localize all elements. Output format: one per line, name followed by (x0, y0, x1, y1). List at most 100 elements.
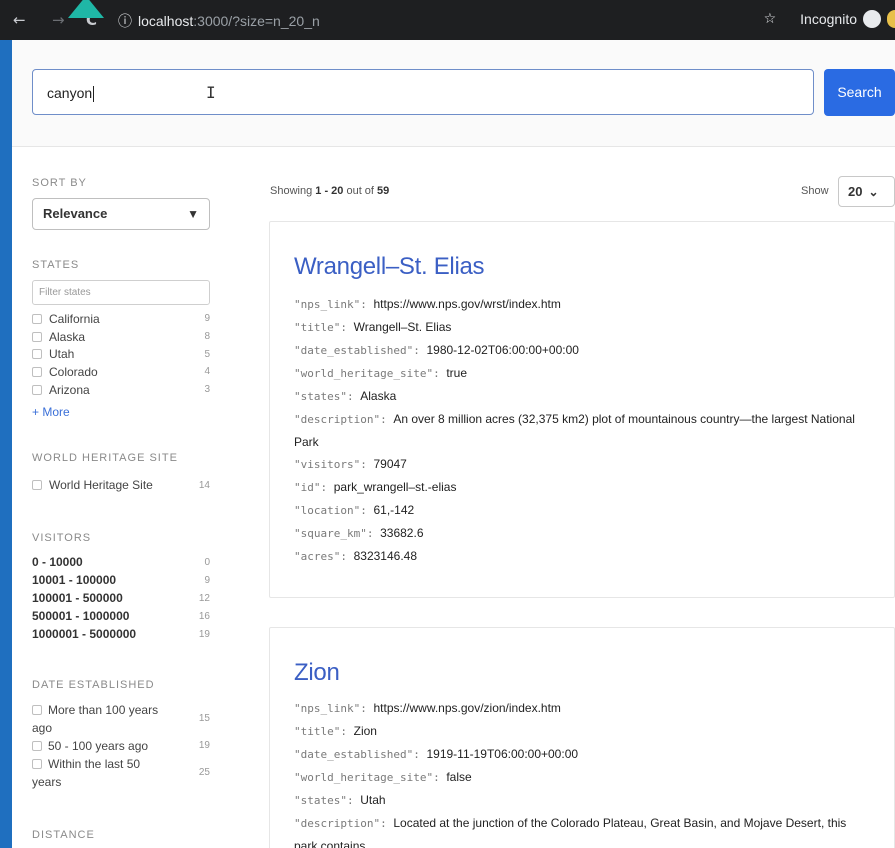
range-option[interactable]: 0 - 10000 0 (32, 553, 212, 571)
facet-label: Colorado (49, 364, 98, 379)
result-title-link[interactable]: Wrangell–St. Elias (294, 253, 870, 281)
show-label: Show (801, 185, 829, 197)
paging-total: 59 (377, 185, 390, 197)
facet-option[interactable]: Utah 5 (32, 345, 212, 363)
facet-option[interactable]: More than 100 years ago 15 (32, 701, 212, 737)
forward-icon[interactable]: → (52, 11, 65, 29)
range-label: 1000001 - 5000000 (32, 627, 137, 642)
range-option[interactable]: 100001 - 500000 12 (32, 589, 212, 607)
facet-count: 19 (198, 740, 210, 752)
field-key: "visitors" (294, 458, 361, 471)
range-count: 9 (204, 574, 210, 586)
page-size-select[interactable]: 20 ⌄ (838, 176, 895, 207)
range-count: 19 (198, 628, 210, 640)
facet-option[interactable]: California 9 (32, 310, 212, 328)
facet-option[interactable]: Within the last 50 years 25 (32, 755, 212, 791)
facet-option[interactable]: Alaska 8 (32, 328, 212, 346)
search-input[interactable]: canyon (32, 69, 814, 115)
star-icon[interactable]: ☆ (764, 11, 777, 27)
result-field: "world_heritage_site": true (294, 366, 468, 380)
result-field: "states": Utah (294, 793, 386, 807)
more-states-link[interactable]: + More (32, 405, 212, 419)
field-key: "description" (294, 817, 381, 830)
states-list: California 9 Alaska 8 Utah 5 Colorado 4 Ariz… (32, 310, 212, 398)
info-icon[interactable]: ⓘ (118, 13, 132, 29)
result-field: "nps_link": https://www.nps.gov/wrst/ind… (294, 297, 561, 311)
profile-icon[interactable] (887, 10, 895, 28)
paging-info: Showing 1 - 20 out of 59 (270, 185, 389, 197)
states-title: STATES (32, 259, 80, 271)
back-icon[interactable]: ← (13, 11, 26, 29)
chevron-down-icon: ⌄ (868, 185, 879, 199)
field-value: 79047 (373, 457, 407, 471)
checkbox[interactable] (32, 480, 42, 491)
chevron-down-icon: ▼ (187, 207, 199, 221)
facet-count: 3 (204, 384, 210, 396)
checkbox[interactable] (32, 331, 42, 342)
field-value: 1980-12-02T06:00:00+00:00 (426, 343, 579, 357)
range-option[interactable]: 1000001 - 5000000 19 (32, 625, 212, 643)
range-label: 0 - 10000 (32, 555, 83, 570)
search-input-value: canyon (47, 85, 93, 101)
result-field: "id": park_wrangell–st.-elias (294, 480, 457, 494)
result-field: "world_heritage_site": false (294, 770, 472, 784)
visitors-list: 0 - 10000 0 10001 - 100000 9 100001 - 5000… (32, 553, 212, 643)
checkbox[interactable] (32, 741, 42, 752)
field-value: 33682.6 (380, 526, 424, 540)
facet-option[interactable]: Colorado 4 (32, 363, 212, 381)
filter-states-input[interactable]: Filter states (32, 280, 210, 305)
result-field: "description": An over 8 million acres (… (294, 412, 855, 449)
world-heritage-title: WORLD HERITAGE SITE (32, 452, 178, 465)
field-value: 1919-11-19T06:00:00+00:00 (426, 747, 579, 761)
field-key: "title" (294, 725, 341, 738)
checkbox[interactable] (32, 705, 42, 716)
field-value: https://www.nps.gov/wrst/index.htm (373, 297, 561, 311)
incognito-icon[interactable] (863, 10, 881, 28)
field-value: Alaska (360, 389, 397, 403)
field-value: https://www.nps.gov/zion/index.htm (373, 701, 561, 715)
facet-count: 9 (204, 313, 210, 325)
facet-label: California (49, 311, 100, 326)
field-value: true (446, 366, 468, 380)
facet-option[interactable]: 50 - 100 years ago 19 (32, 737, 212, 755)
facet-option[interactable]: Arizona 3 (32, 381, 212, 399)
pointer-cursor-icon (68, 0, 104, 18)
search-header: canyon I Search (12, 40, 895, 147)
checkbox[interactable] (32, 313, 42, 324)
range-label: 500001 - 1000000 (32, 609, 130, 624)
facet-option[interactable]: World Heritage Site 14 (32, 476, 212, 494)
field-key: "world_heritage_site" (294, 771, 434, 784)
result-field: "date_established": 1980-12-02T06:00:00+… (294, 343, 579, 357)
range-label: 10001 - 100000 (32, 573, 117, 588)
date-list: More than 100 years ago 15 50 - 100 years… (32, 701, 212, 791)
sort-select[interactable]: Relevance ▼ (32, 198, 210, 230)
result-field: "acres": 8323146.48 (294, 549, 418, 563)
field-key: "id" (294, 481, 321, 494)
range-option[interactable]: 10001 - 100000 9 (32, 571, 212, 589)
field-key: "location" (294, 504, 361, 517)
range-option[interactable]: 500001 - 1000000 16 (32, 607, 212, 625)
paging-prefix: Showing (270, 185, 316, 197)
field-value: 61,-142 (373, 503, 415, 517)
checkbox[interactable] (32, 366, 42, 377)
checkbox[interactable] (32, 349, 42, 360)
facet-label: 50 - 100 years ago (48, 739, 149, 754)
result-card: Zion "nps_link": https://www.nps.gov/zio… (269, 627, 895, 848)
facet-sidebar: SORT BY Relevance ▼ STATES Filter states … (32, 177, 212, 841)
checkbox[interactable] (32, 759, 42, 770)
field-key: "date_established" (294, 344, 414, 357)
incognito-label: Incognito (800, 11, 857, 27)
address-bar[interactable]: ⓘ localhost:3000/?size=n_20_n (118, 11, 320, 31)
facet-count: 5 (204, 348, 210, 360)
checkbox[interactable] (32, 384, 42, 395)
field-key: "description" (294, 413, 381, 426)
result-field: "states": Alaska (294, 389, 397, 403)
field-key: "states" (294, 390, 347, 403)
sort-by-title: SORT BY (32, 177, 87, 189)
facet-count: 4 (204, 366, 210, 378)
search-button[interactable]: Search (824, 69, 895, 116)
page-size-value: 20 (848, 184, 863, 199)
result-title-link[interactable]: Zion (294, 659, 870, 687)
field-value: park_wrangell–st.-elias (333, 480, 457, 494)
field-key: "date_established" (294, 748, 414, 761)
